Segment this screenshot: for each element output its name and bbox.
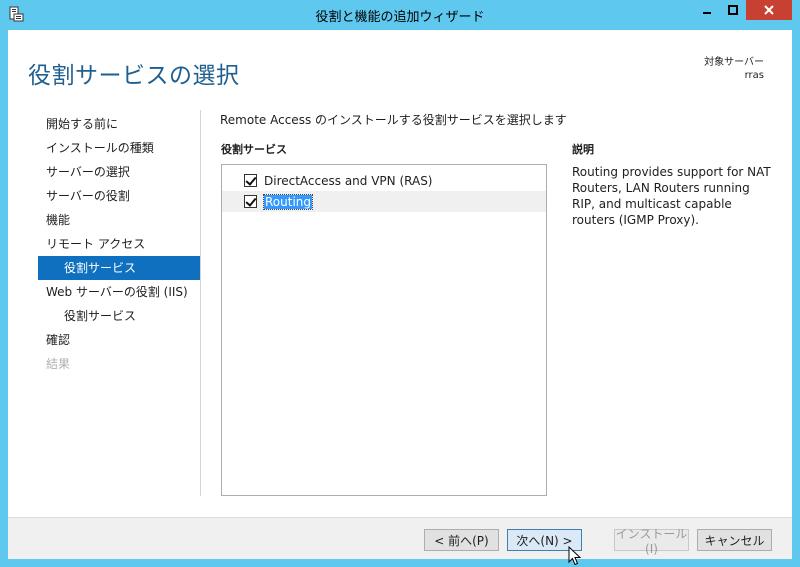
role-label-routing: Routing [262, 193, 314, 210]
cancel-button[interactable]: キャンセル [697, 529, 772, 551]
instruction-text: Remote Access のインストールする役割サービスを選択します [220, 113, 567, 127]
close-button[interactable] [746, 0, 792, 20]
wizard-window: 役割と機能の追加ウィザード 役割サービスの選択 対象サーバー rras 開始する… [0, 0, 800, 567]
checkbox-directaccess-vpn[interactable] [244, 174, 257, 187]
previous-button[interactable]: < 前へ(P) [424, 529, 499, 551]
nav-item-remote-access[interactable]: リモート アクセス [38, 232, 200, 256]
window-title: 役割と機能の追加ウィザード [315, 10, 485, 25]
page-title: 役割サービスの選択 [28, 63, 240, 89]
nav-item-confirmation[interactable]: 確認 [38, 328, 200, 352]
nav-item-web-role-services[interactable]: 役割サービス [38, 304, 200, 328]
nav-item-features[interactable]: 機能 [38, 208, 200, 232]
wizard-footer: < 前へ(P) 次へ(N) > インストール(I) キャンセル [8, 517, 792, 559]
checkbox-routing[interactable] [244, 195, 257, 208]
nav-divider [200, 110, 201, 496]
minimize-icon [703, 12, 711, 14]
wizard-body: 役割サービスの選択 対象サーバー rras 開始する前に インストールの種類 サ… [8, 30, 792, 559]
target-server-info: 対象サーバー rras [704, 56, 764, 82]
mouse-pointer-icon [568, 546, 582, 566]
role-row-routing[interactable]: Routing [222, 191, 546, 212]
nav-item-installation-type[interactable]: インストールの種類 [38, 136, 200, 160]
install-button: インストール(I) [614, 526, 689, 556]
role-label-directaccess-vpn: DirectAccess and VPN (RAS) [264, 173, 433, 188]
close-icon [764, 5, 774, 15]
nav-item-results: 結果 [46, 357, 71, 371]
target-server-name: rras [744, 70, 764, 81]
target-server-label: 対象サーバー [704, 57, 764, 68]
nav-item-role-services-active[interactable]: 役割サービス [38, 256, 200, 280]
nav-item-web-server-role[interactable]: Web サーバーの役割 (IIS) [38, 280, 200, 304]
maximize-button[interactable] [720, 0, 746, 20]
role-services-list[interactable]: DirectAccess and VPN (RAS) Routing [221, 164, 547, 496]
maximize-icon [728, 5, 738, 15]
title-bar[interactable]: 役割と機能の追加ウィザード [0, 0, 800, 30]
nav-item-server-roles[interactable]: サーバーの役割 [38, 184, 200, 208]
role-services-heading: 役割サービス [221, 143, 287, 156]
minimize-button[interactable] [694, 0, 720, 20]
description-text: Routing provides support for NAT Routers… [572, 165, 771, 227]
description-heading: 説明 [572, 143, 594, 156]
wizard-steps-nav: 開始する前に インストールの種類 サーバーの選択 サーバーの役割 機能 リモート… [38, 112, 200, 376]
caption-buttons [694, 0, 792, 22]
role-row-directaccess-vpn[interactable]: DirectAccess and VPN (RAS) [222, 170, 546, 191]
nav-item-before-you-begin[interactable]: 開始する前に [38, 112, 200, 136]
nav-item-server-selection[interactable]: サーバーの選択 [38, 160, 200, 184]
